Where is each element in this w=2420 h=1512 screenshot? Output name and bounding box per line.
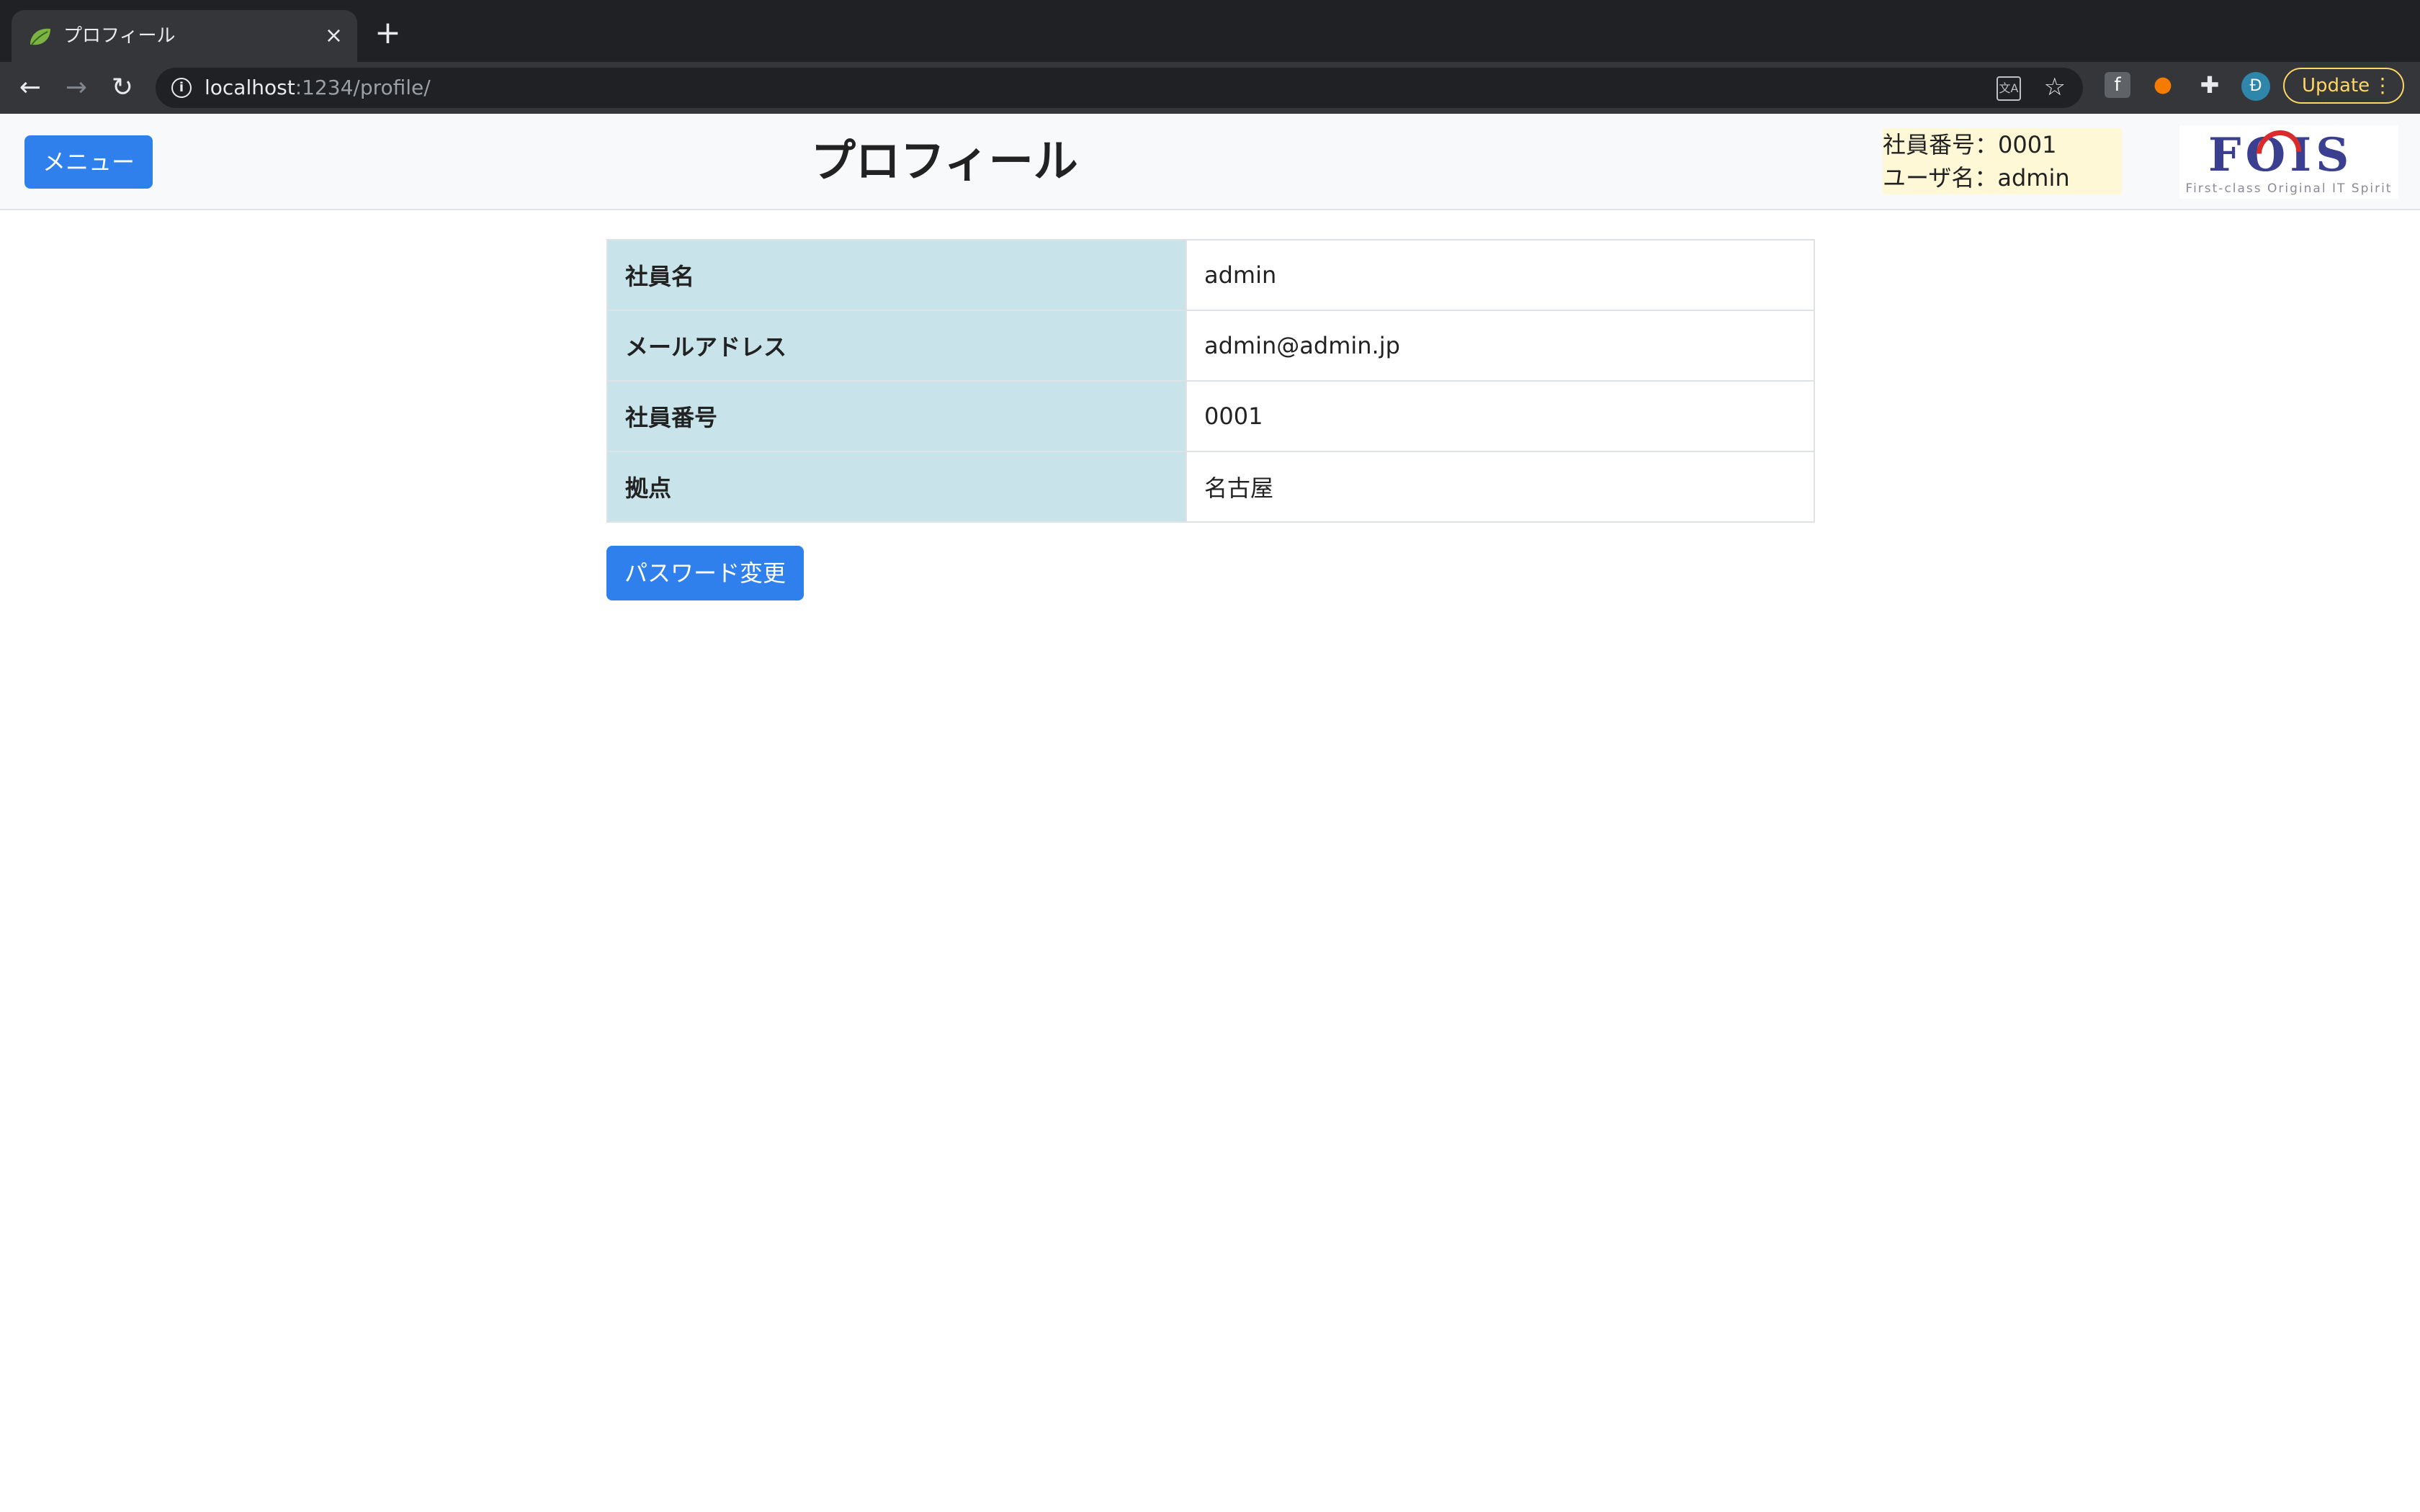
user-info-box: 社員番号：0001 ユーザ名：admin [1883,128,2122,194]
url-host: localhost [205,76,295,99]
browser-tab-strip: プロフィール × + [0,0,2420,62]
info-icon[interactable]: i [171,78,192,98]
tab-close-icon[interactable]: × [325,22,343,50]
menu-button[interactable]: メニュー [24,135,153,189]
row-label: 拠点 [606,451,1187,523]
row-value: 0001 [1186,380,1815,452]
table-row: 社員番号 0001 [606,380,1815,452]
row-label: 社員名 [606,239,1187,311]
star-icon[interactable]: ☆ [2044,72,2066,102]
facebook-extension-icon[interactable]: f [2105,72,2130,98]
row-value: admin [1186,239,1815,311]
url-text[interactable]: localhost:1234/profile/ [205,75,431,101]
page-header: メニュー プロフィール 社員番号：0001 ユーザ名：admin FOIS Fi… [0,114,2420,210]
update-label: Update [2302,75,2370,96]
page-title: プロフィール [811,135,1078,187]
back-icon[interactable]: ← [14,72,46,104]
profile-table: 社員名 admin メールアドレス admin@admin.jp 社員番号 00… [606,239,1815,523]
row-label: メールアドレス [606,310,1187,382]
employee-number-line: 社員番号：0001 [1883,131,2057,158]
kebab-menu-icon: ⋮ [2372,73,2393,97]
user-name-line: ユーザ名：admin [1883,164,2070,192]
translate-icon[interactable]: 文A [1996,76,2021,101]
row-label: 社員番号 [606,380,1187,452]
url-path: :1234/profile/ [295,76,431,99]
logo-tagline: First-class Original IT Spirit [2185,181,2393,196]
change-password-button[interactable]: パスワード変更 [606,546,804,600]
address-bar[interactable]: i localhost:1234/profile/ 文A ☆ [156,68,2083,108]
table-row: メールアドレス admin@admin.jp [606,310,1815,382]
leaf-favicon-icon [30,28,50,45]
browser-tab[interactable]: プロフィール × [12,10,357,62]
fois-logo: FOIS First-class Original IT Spirit [2179,121,2398,199]
forward-icon[interactable]: → [60,72,92,104]
puzzle-extension-icon[interactable]: ✚ [2197,72,2223,98]
new-tab-button[interactable]: + [375,17,401,49]
update-button[interactable]: Update ⋮ [2283,68,2404,104]
row-value: 名古屋 [1186,451,1815,523]
table-row: 拠点 名古屋 [606,451,1815,523]
profile-avatar[interactable]: Đ [2241,72,2270,101]
tab-title: プロフィール [63,25,176,47]
row-value: admin@admin.jp [1186,310,1815,382]
reload-icon[interactable]: ↻ [107,72,138,104]
table-row: 社員名 admin [606,239,1815,311]
browser-toolbar: ← → ↻ i localhost:1234/profile/ 文A ☆ [0,62,2420,114]
fire-extension-icon[interactable]: ● [2150,72,2176,98]
